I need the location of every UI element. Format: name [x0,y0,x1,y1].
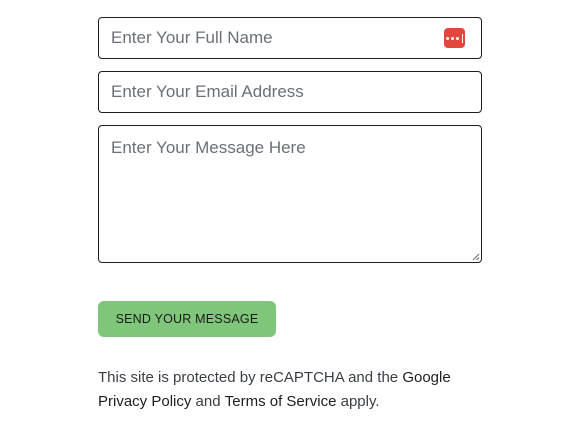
send-message-button[interactable]: SEND YOUR MESSAGE [98,301,276,337]
contact-form [98,17,482,263]
recaptcha-text-after: apply. [336,393,380,410]
google-link[interactable]: Google [402,369,450,386]
message-field-wrapper [98,125,482,263]
resize-grip-icon[interactable] [472,253,480,261]
name-field-wrapper [98,17,482,59]
message-textarea[interactable] [98,125,482,263]
email-input[interactable] [98,71,482,113]
recaptcha-notice: This site is protected by reCAPTCHA and … [98,366,498,414]
email-field-wrapper [98,71,482,113]
terms-of-service-link[interactable]: Terms of Service [225,393,337,410]
privacy-policy-link[interactable]: Privacy Policy [98,393,191,410]
password-manager-icon[interactable] [444,28,465,48]
recaptcha-and-text: and [191,393,225,410]
recaptcha-text-before: This site is protected by reCAPTCHA and … [98,369,403,386]
full-name-input[interactable] [98,17,482,59]
